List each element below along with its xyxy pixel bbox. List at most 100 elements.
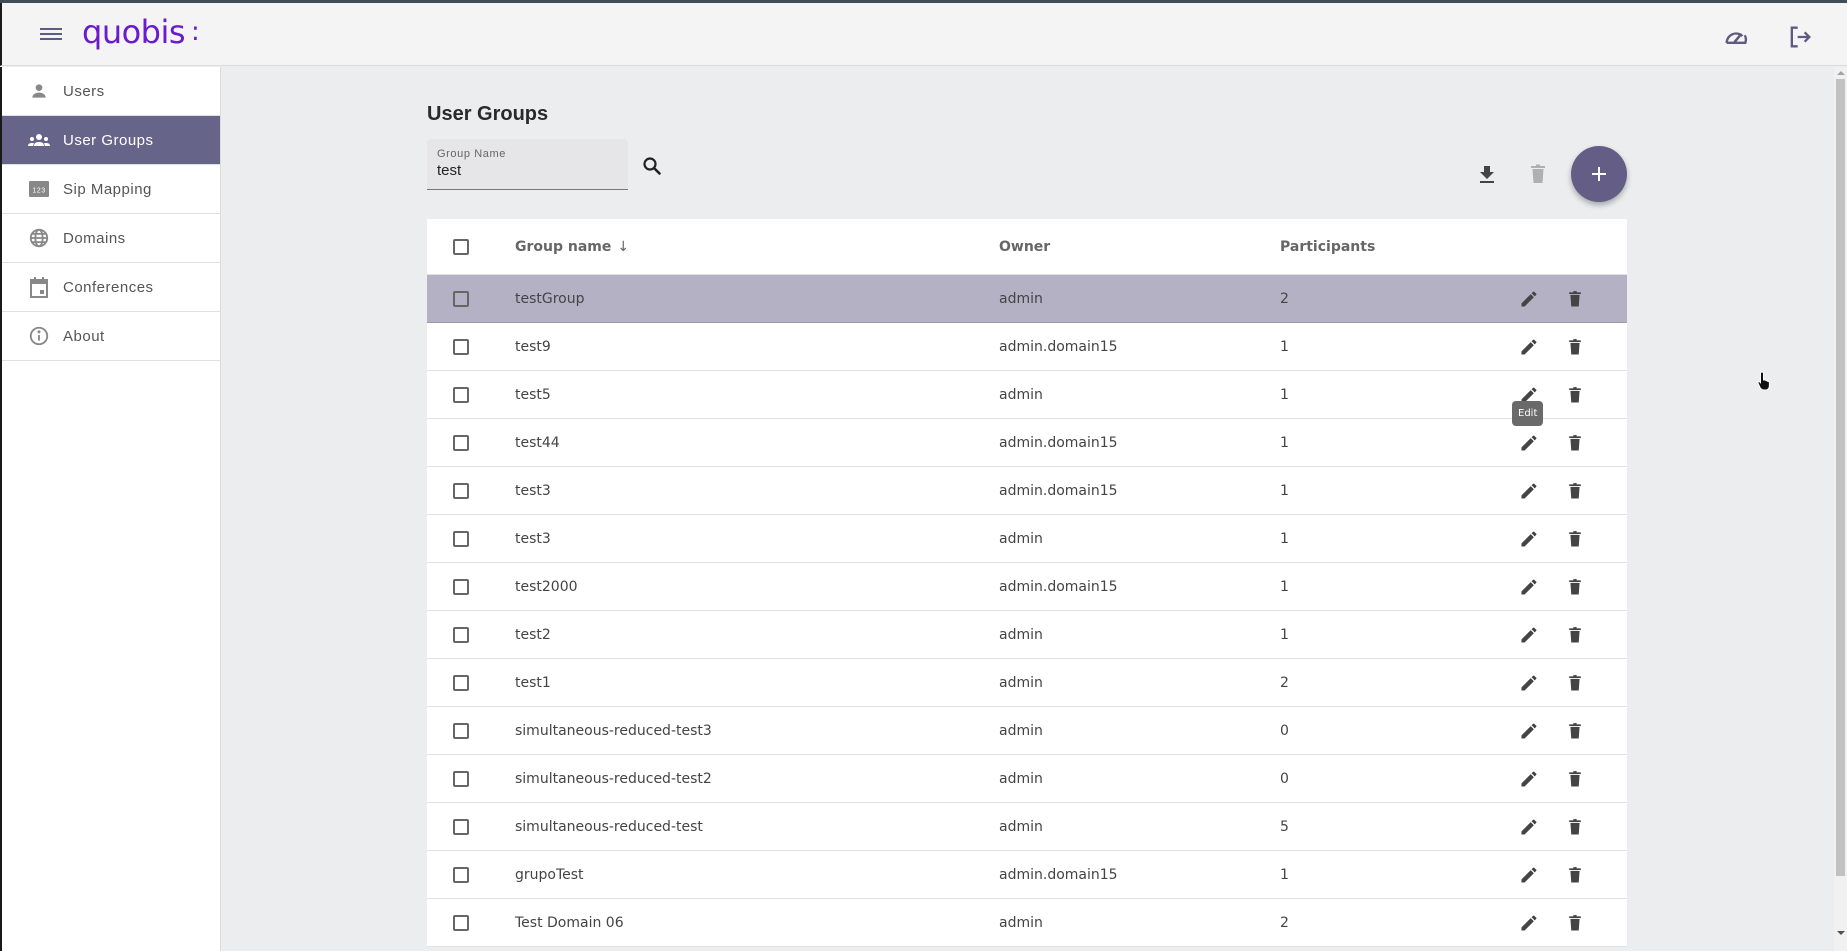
scrollbar-thumb[interactable]	[1836, 79, 1845, 876]
search-icon[interactable]	[640, 154, 664, 178]
sidebar-item-label: Domains	[63, 229, 126, 247]
sidebar-item-about[interactable]: About	[2, 312, 220, 361]
row-checkbox[interactable]	[453, 338, 469, 355]
row-checkbox[interactable]	[453, 674, 469, 691]
table-row[interactable]: test44 admin.domain15 1	[427, 419, 1627, 467]
cell-participants: 1	[1280, 386, 1289, 403]
row-checkbox[interactable]	[453, 770, 469, 787]
download-icon[interactable]	[1475, 162, 1499, 186]
sidebar-item-domains[interactable]: Domains	[2, 214, 220, 263]
app-header: quobis:	[0, 3, 1847, 66]
edit-icon[interactable]	[1517, 287, 1541, 311]
delete-icon[interactable]	[1563, 767, 1587, 791]
delete-icon[interactable]	[1563, 479, 1587, 503]
cell-owner: admin	[999, 722, 1043, 739]
sidebar-item-label: Sip Mapping	[63, 180, 152, 198]
table-row[interactable]: simultaneous-reduced-test admin 5	[427, 803, 1627, 851]
row-checkbox[interactable]	[453, 434, 469, 451]
table-row[interactable]: test9 admin.domain15 1	[427, 323, 1627, 371]
row-checkbox[interactable]	[453, 818, 469, 835]
table-row[interactable]: test2000 admin.domain15 1	[427, 563, 1627, 611]
row-checkbox[interactable]	[453, 578, 469, 595]
vertical-scrollbar[interactable]	[1834, 67, 1847, 951]
main-content: User Groups Group Name Group name↓ Owner…	[222, 67, 1824, 951]
delete-icon[interactable]	[1563, 911, 1587, 935]
delete-icon[interactable]	[1563, 527, 1587, 551]
cell-participants: 0	[1280, 770, 1289, 787]
row-checkbox[interactable]	[453, 530, 469, 547]
cell-participants: 1	[1280, 626, 1289, 643]
table-row[interactable]: simultaneous-reduced-test2 admin 0	[427, 755, 1627, 803]
table-header-row: Group name ↓ Owner Participants	[427, 219, 1627, 275]
cell-participants: 2	[1280, 674, 1289, 691]
table-row[interactable]: test1 admin 2	[427, 659, 1627, 707]
dashboard-speed-icon[interactable]	[1722, 23, 1750, 51]
delete-icon[interactable]	[1563, 335, 1587, 359]
table-row[interactable]: test3 admin.domain15 1	[427, 467, 1627, 515]
menu-icon[interactable]	[40, 26, 62, 44]
edit-icon[interactable]	[1517, 431, 1541, 455]
logo-text: quobis	[82, 13, 186, 51]
edit-icon[interactable]	[1517, 719, 1541, 743]
cell-group-name: simultaneous-reduced-test2	[515, 770, 712, 787]
logout-icon[interactable]	[1786, 23, 1814, 51]
table-row[interactable]: Test Domain 06 admin 2	[427, 899, 1627, 947]
sidebar-item-label: About	[63, 327, 105, 345]
delete-icon[interactable]	[1563, 863, 1587, 887]
delete-icon[interactable]	[1563, 815, 1587, 839]
sidebar-item-conferences[interactable]: Conferences	[2, 263, 220, 312]
row-checkbox[interactable]	[453, 866, 469, 883]
person-icon	[27, 79, 51, 103]
delete-icon[interactable]	[1563, 431, 1587, 455]
sort-arrow-icon: ↓	[617, 238, 630, 255]
table-row[interactable]: test3 admin 1	[427, 515, 1627, 563]
row-checkbox[interactable]	[453, 626, 469, 643]
edit-icon[interactable]	[1517, 575, 1541, 599]
edit-icon[interactable]	[1517, 671, 1541, 695]
cell-owner: admin	[999, 674, 1043, 691]
cell-owner: admin.domain15	[999, 482, 1118, 499]
table-row[interactable]: test5 admin 1	[427, 371, 1627, 419]
row-checkbox[interactable]	[453, 386, 469, 403]
select-all-checkbox[interactable]	[453, 238, 469, 255]
add-group-button[interactable]	[1571, 146, 1627, 202]
sidebar-item-sip-mapping[interactable]: 123 Sip Mapping	[2, 165, 220, 214]
cell-group-name: Test Domain 06	[515, 914, 624, 931]
group-name-search-field[interactable]: Group Name	[427, 139, 628, 190]
edit-icon[interactable]	[1517, 767, 1541, 791]
cell-group-name: test9	[515, 338, 551, 355]
table-row[interactable]: simultaneous-reduced-test3 admin 0	[427, 707, 1627, 755]
scroll-down-arrow-icon[interactable]	[1837, 931, 1845, 935]
calendar-icon	[27, 275, 51, 299]
edit-tooltip: Edit	[1512, 401, 1544, 426]
cell-owner: admin.domain15	[999, 338, 1118, 355]
row-checkbox[interactable]	[453, 914, 469, 931]
edit-icon[interactable]	[1517, 815, 1541, 839]
row-checkbox[interactable]	[453, 290, 469, 307]
scroll-up-arrow-icon[interactable]	[1837, 71, 1845, 75]
sidebar-item-users[interactable]: Users	[2, 67, 220, 116]
delete-icon[interactable]	[1563, 623, 1587, 647]
row-checkbox[interactable]	[453, 482, 469, 499]
row-checkbox[interactable]	[453, 722, 469, 739]
delete-icon[interactable]	[1563, 383, 1587, 407]
column-header-group-name[interactable]: Group name ↓	[515, 239, 999, 255]
edit-icon[interactable]	[1517, 623, 1541, 647]
edit-icon[interactable]	[1517, 863, 1541, 887]
edit-icon[interactable]	[1517, 335, 1541, 359]
edit-icon[interactable]	[1517, 479, 1541, 503]
edit-icon[interactable]	[1517, 527, 1541, 551]
delete-icon[interactable]	[1563, 719, 1587, 743]
table-row[interactable]: testGroup admin 2	[427, 275, 1627, 323]
delete-icon[interactable]	[1563, 575, 1587, 599]
delete-selected-icon[interactable]	[1526, 162, 1550, 186]
edit-icon[interactable]	[1517, 911, 1541, 935]
delete-icon[interactable]	[1563, 671, 1587, 695]
delete-icon[interactable]	[1563, 287, 1587, 311]
sidebar-item-user-groups[interactable]: User Groups	[2, 116, 220, 165]
group-name-input[interactable]	[437, 162, 618, 179]
table-row[interactable]: test2 admin 1	[427, 611, 1627, 659]
table-row[interactable]: grupoTest admin.domain15 1	[427, 851, 1627, 899]
cell-owner: admin.domain15	[999, 578, 1118, 595]
sidebar-item-label: User Groups	[63, 131, 154, 149]
